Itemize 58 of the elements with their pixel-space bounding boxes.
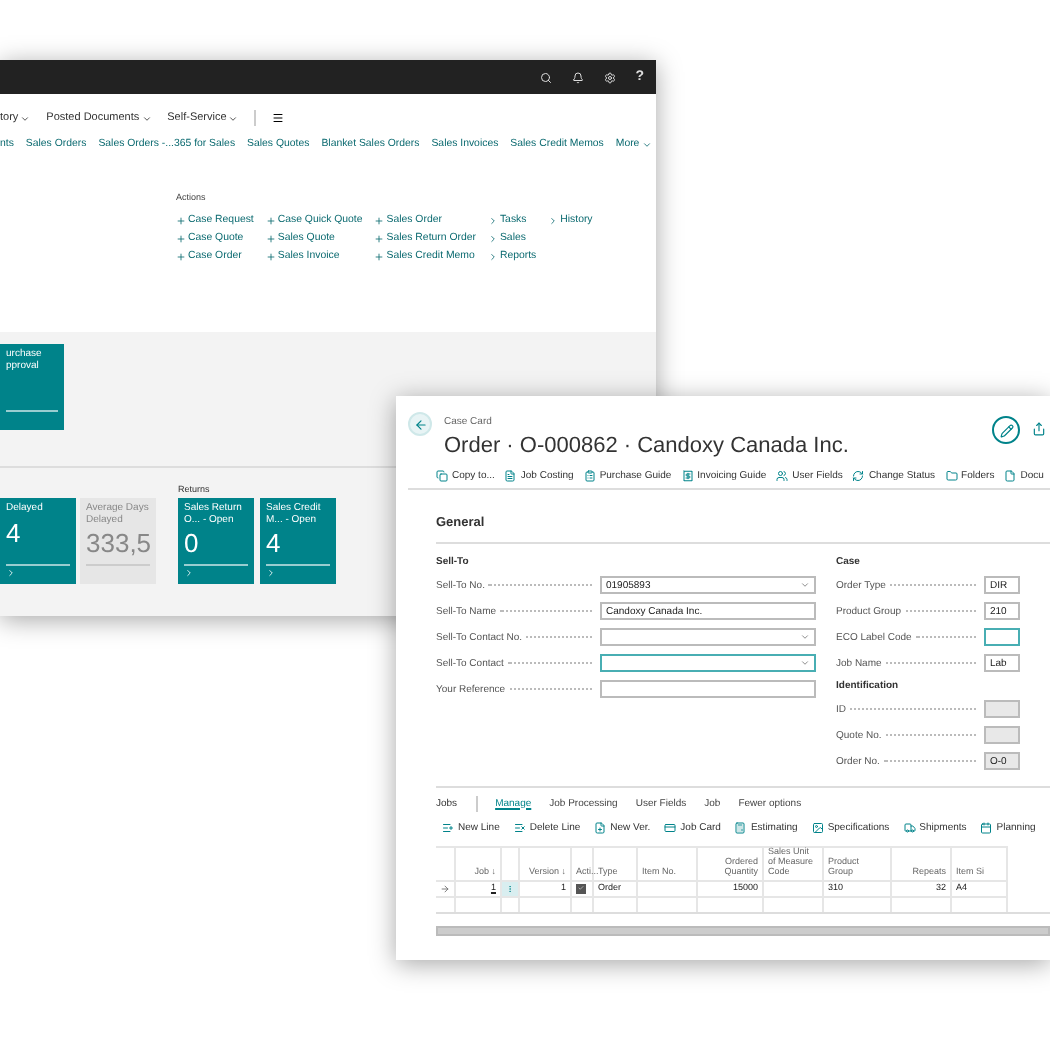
plus-icon <box>374 251 385 261</box>
tile-value: 333,5 <box>86 526 152 560</box>
input-field[interactable] <box>984 726 1020 744</box>
bell-icon[interactable] <box>571 71 584 83</box>
plus-icon <box>265 233 276 243</box>
plus-icon <box>265 251 276 261</box>
settings-icon[interactable] <box>603 71 616 83</box>
chevron-right-icon <box>548 215 559 225</box>
truck-icon <box>903 822 916 834</box>
plus-icon <box>176 215 186 225</box>
calendar-icon <box>980 822 993 834</box>
chevron-right-icon <box>6 568 16 578</box>
file-plus-icon <box>594 822 607 834</box>
menu-icon[interactable] <box>272 112 285 124</box>
search-icon[interactable] <box>539 71 552 83</box>
list-remove-icon <box>513 822 526 834</box>
card-icon <box>664 822 677 834</box>
pencil-icon <box>999 423 1013 437</box>
document-icon <box>504 470 517 482</box>
checkbox[interactable] <box>576 883 586 893</box>
receipt-icon <box>681 470 694 482</box>
chevron-right-icon <box>184 568 194 578</box>
input-field[interactable] <box>600 680 816 698</box>
tile-value: 4 <box>266 526 281 560</box>
back-arrow-icon <box>413 417 427 431</box>
chevron-right-icon <box>266 568 276 578</box>
people-icon <box>776 470 789 482</box>
file-icon <box>1004 470 1017 482</box>
scrollbar[interactable] <box>436 926 1050 936</box>
plus-icon <box>374 233 385 243</box>
clipboard-icon <box>583 470 596 482</box>
chevron-down-icon <box>20 113 31 123</box>
input-field[interactable] <box>984 628 1020 646</box>
tile-value: 4 <box>6 515 21 549</box>
row-menu-button[interactable] <box>502 880 520 896</box>
plus-icon <box>176 251 186 261</box>
list-plus-icon <box>442 822 454 834</box>
calculator-icon <box>734 822 747 834</box>
input-field[interactable] <box>600 628 816 646</box>
tile-value: 0 <box>184 526 199 560</box>
check-icon <box>578 884 584 892</box>
page-title: Order · O-000862 · Candoxy Canada Inc. <box>444 434 851 458</box>
chevron-down-icon <box>641 139 652 149</box>
chevron-down-icon <box>228 113 239 123</box>
chevron-down-icon <box>141 113 152 123</box>
back-button[interactable] <box>408 412 432 436</box>
input-field[interactable] <box>984 700 1020 718</box>
row-arrow-icon <box>440 883 450 893</box>
plus-icon <box>265 215 276 225</box>
image-icon <box>811 822 824 834</box>
share-icon[interactable] <box>1032 422 1046 436</box>
edit-button[interactable] <box>992 416 1020 444</box>
input-field[interactable] <box>600 654 816 672</box>
folder-icon <box>945 470 958 482</box>
refresh-icon <box>852 470 865 482</box>
plus-icon <box>374 215 385 225</box>
plus-icon <box>176 233 186 243</box>
copy-icon <box>436 470 448 482</box>
